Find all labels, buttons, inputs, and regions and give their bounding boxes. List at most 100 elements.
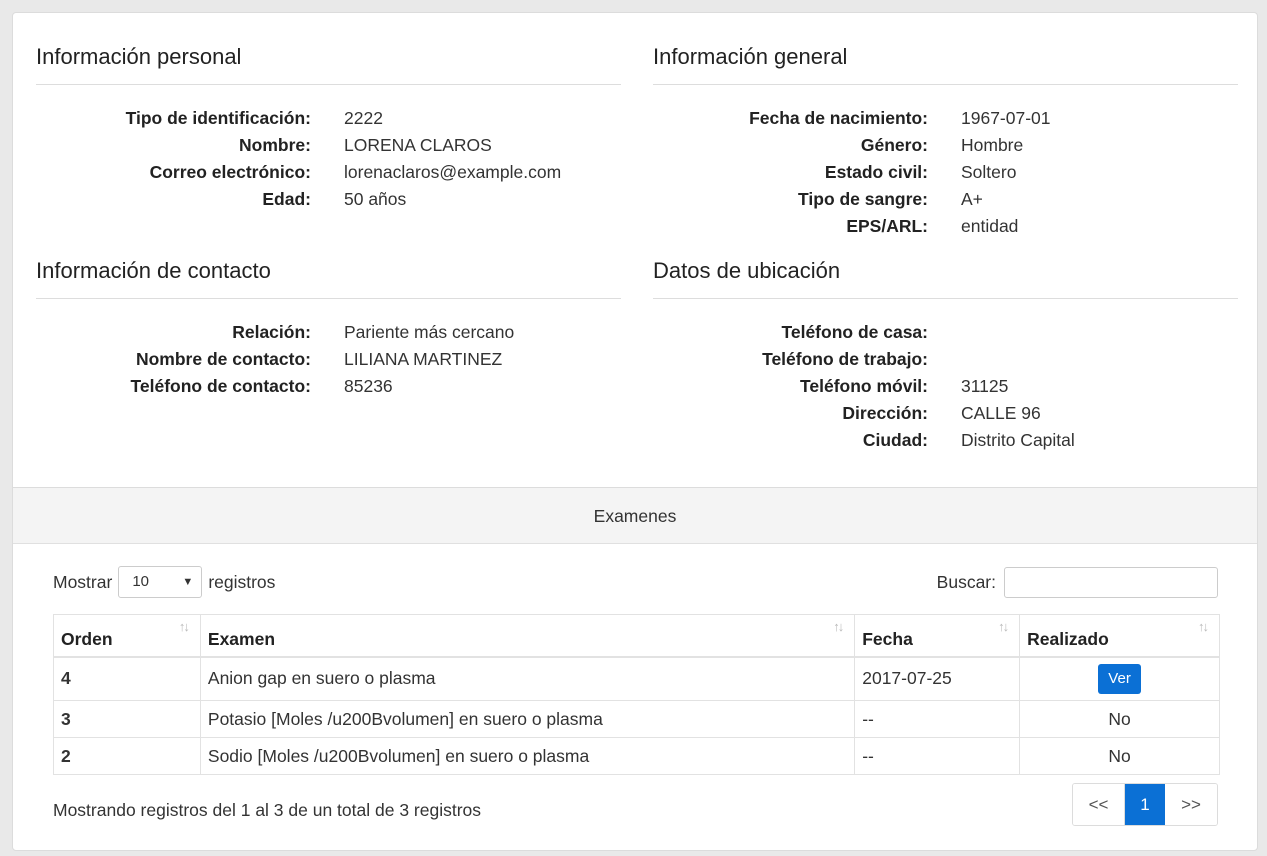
field-row: Teléfono de casa: xyxy=(653,319,1238,346)
records-label: registros xyxy=(208,571,276,592)
field-label: Tipo de sangre: xyxy=(798,189,928,209)
personal-info-section: Información personal Tipo de identificac… xyxy=(36,43,621,213)
page-length-control: Mostrar 10 ▼ registros xyxy=(53,566,275,598)
search-label: Buscar: xyxy=(936,571,996,592)
column-header-orden[interactable]: Orden ↑↓ xyxy=(53,614,201,658)
field-row: Fecha de nacimiento: 1967-07-01 xyxy=(653,105,1238,132)
field-row: Tipo de identificación: 2222 xyxy=(36,105,621,132)
sort-icon: ↑↓ xyxy=(178,619,190,634)
field-label: Relación: xyxy=(232,322,311,342)
column-label: Fecha xyxy=(862,628,913,649)
cell-examen: Anion gap en suero o plasma xyxy=(199,656,856,701)
cell-orden: 2 xyxy=(53,737,201,775)
field-value: 85236 xyxy=(344,376,393,396)
field-label: Teléfono de contacto: xyxy=(130,376,311,396)
cell-examen: Potasio [Moles /u200Bvolumen] en suero o… xyxy=(199,700,856,738)
field-row: EPS/ARL: entidad xyxy=(653,213,1238,240)
sort-icon: ↑↓ xyxy=(1198,619,1209,634)
column-label: Orden xyxy=(61,628,113,649)
field-value: lorenaclaros@example.com xyxy=(344,162,562,182)
field-row: Género: Hombre xyxy=(653,132,1238,159)
page-button-current[interactable]: 1 xyxy=(1125,784,1165,825)
field-value: 31125 xyxy=(961,376,1009,396)
field-value: LORENA CLAROS xyxy=(344,135,492,155)
column-label: Examen xyxy=(207,628,276,649)
section-title: Información personal xyxy=(36,43,621,85)
field-row: Correo electrónico: lorenaclaros@example.… xyxy=(36,159,621,186)
cell-orden: 3 xyxy=(53,700,201,738)
field-value: entidad xyxy=(961,216,1019,236)
cell-examen: Sodio [Moles /u200Bvolumen] en suero o p… xyxy=(199,737,856,775)
table-row: 4 Anion gap en suero o plasma 2017-07-25… xyxy=(53,656,1220,701)
table-header-row: Orden ↑↓ Examen ↑↓ Fecha ↑↓ Realizado ↑↓ xyxy=(53,614,1220,658)
sort-icon: ↑↓ xyxy=(833,619,844,634)
next-page-button[interactable]: >> xyxy=(1165,784,1217,825)
search-input[interactable] xyxy=(1004,566,1218,598)
field-value: Distrito Capital xyxy=(961,430,1075,450)
field-label: Dirección: xyxy=(842,403,928,423)
exams-header: Examenes xyxy=(13,488,1257,544)
field-label: Estado civil: xyxy=(824,162,928,182)
exams-table: Orden ↑↓ Examen ↑↓ Fecha ↑↓ Realizado ↑↓ 4 A… xyxy=(53,614,1220,775)
general-info-section: Información general Fecha de nacimiento:… xyxy=(653,43,1238,240)
sort-icon: ↑↓ xyxy=(998,619,1009,634)
patient-info-card: Información personal Tipo de identificac… xyxy=(12,12,1258,488)
field-value: CALLE 96 xyxy=(961,403,1041,423)
cell-orden: 4 xyxy=(53,656,201,701)
field-label: Fecha de nacimiento: xyxy=(749,108,928,128)
table-row: 3 Potasio [Moles /u200Bvolumen] en suero… xyxy=(53,700,1220,738)
cell-fecha: -- xyxy=(854,737,1021,775)
search-control: Buscar: xyxy=(937,566,1218,598)
cell-realizado: No xyxy=(1019,737,1220,775)
field-label: Teléfono móvil: xyxy=(799,376,928,396)
column-label: Realizado xyxy=(1027,628,1109,649)
field-value: LILIANA MARTINEZ xyxy=(344,349,503,369)
field-row: Teléfono móvil: 31125 xyxy=(653,373,1238,400)
field-row: Ciudad: Distrito Capital xyxy=(653,427,1238,454)
field-value: Hombre xyxy=(961,135,1024,155)
location-info-section: Datos de ubicación Teléfono de casa: Tel… xyxy=(653,257,1238,454)
field-label: Género: xyxy=(860,135,928,155)
table-row: 2 Sodio [Moles /u200Bvolumen] en suero o… xyxy=(53,737,1220,775)
field-row: Teléfono de contacto: 85236 xyxy=(36,373,621,400)
field-value: A+ xyxy=(961,189,983,209)
field-label: Tipo de identificación: xyxy=(125,108,311,128)
field-label: Nombre: xyxy=(239,135,311,155)
field-row: Teléfono de trabajo: xyxy=(653,346,1238,373)
section-title: Información de contacto xyxy=(36,257,621,299)
field-value: 1967-07-01 xyxy=(961,108,1051,128)
field-label: Edad: xyxy=(262,189,311,209)
field-row: Relación: Pariente más cercano xyxy=(36,319,621,346)
exams-card: Examenes Mostrar 10 ▼ registros Buscar: … xyxy=(12,487,1258,851)
field-row: Tipo de sangre: A+ xyxy=(653,186,1238,213)
page-length-select[interactable]: 10 ▼ xyxy=(118,566,203,598)
field-value: Soltero xyxy=(961,162,1017,182)
contact-info-section: Información de contacto Relación: Parient… xyxy=(36,257,621,400)
cell-realizado: Ver xyxy=(1019,656,1220,701)
field-row: Nombre de contacto: LILIANA MARTINEZ xyxy=(36,346,621,373)
column-header-fecha[interactable]: Fecha ↑↓ xyxy=(854,614,1021,658)
field-label: Teléfono de trabajo: xyxy=(762,349,928,369)
field-row: Dirección: CALLE 96 xyxy=(653,400,1238,427)
page-length-value: 10 xyxy=(132,573,149,590)
field-value: 2222 xyxy=(344,108,383,128)
field-row: Nombre: LORENA CLAROS xyxy=(36,132,621,159)
field-label: Correo electrónico: xyxy=(149,162,311,182)
field-label: Nombre de contacto: xyxy=(135,349,311,369)
field-value: Pariente más cercano xyxy=(344,322,515,342)
table-info: Mostrando registros del 1 al 3 de un tot… xyxy=(53,800,482,820)
column-header-examen[interactable]: Examen ↑↓ xyxy=(199,614,856,658)
previous-page-button[interactable]: << xyxy=(1073,784,1125,825)
pagination: << 1 >> xyxy=(1072,783,1218,826)
field-value: 50 años xyxy=(344,189,407,209)
column-header-realizado[interactable]: Realizado ↑↓ xyxy=(1019,614,1220,658)
field-row: Estado civil: Soltero xyxy=(653,159,1238,186)
field-label: Ciudad: xyxy=(862,430,928,450)
table-controls: Mostrar 10 ▼ registros Buscar: xyxy=(53,566,1218,598)
field-label: EPS/ARL: xyxy=(846,216,928,236)
cell-realizado: No xyxy=(1019,700,1220,738)
section-title: Datos de ubicación xyxy=(653,257,1238,299)
cell-fecha: 2017-07-25 xyxy=(854,656,1021,701)
chevron-down-icon: ▼ xyxy=(182,576,194,588)
view-button[interactable]: Ver xyxy=(1098,663,1141,694)
